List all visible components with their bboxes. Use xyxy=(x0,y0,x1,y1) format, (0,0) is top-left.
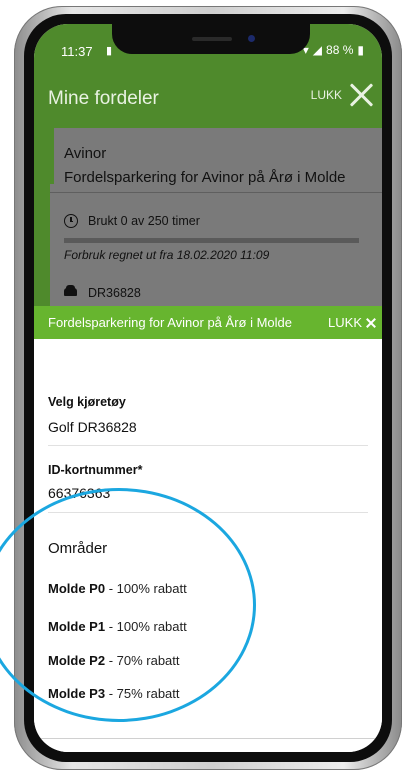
usage-note: Forbruk regnet ut fra 18.02.2020 11:09 xyxy=(64,248,270,262)
sheet-close-label: LUKK xyxy=(328,315,362,330)
area-name: Molde P1 xyxy=(48,619,106,634)
bottom-divider xyxy=(34,738,382,739)
sheet-title: Fordelsparkering for Avinor på Årø i Mol… xyxy=(48,315,292,330)
field-divider xyxy=(48,445,368,446)
sheet-header: Fordelsparkering for Avinor på Årø i Mol… xyxy=(34,306,382,339)
card-divider xyxy=(50,192,382,193)
signal-icon: ◢ xyxy=(312,43,323,57)
area-item: Molde P0 - 100% rabatt xyxy=(48,581,187,596)
phone-notch xyxy=(112,24,310,54)
vehicle-value: Golf DR36828 xyxy=(48,419,137,435)
speaker-grille xyxy=(192,37,232,41)
license-plate: DR36828 xyxy=(88,286,141,300)
close-icon xyxy=(348,82,374,108)
area-discount: - 75% rabatt xyxy=(105,686,180,701)
field-divider xyxy=(48,512,368,513)
area-item: Molde P3 - 75% rabatt xyxy=(48,686,180,701)
close-label: LUKK xyxy=(310,88,342,102)
status-time: 11:37 xyxy=(61,44,93,59)
card-title: Avinor xyxy=(64,145,107,162)
area-item: Molde P2 - 70% rabatt xyxy=(48,653,180,668)
card-accent xyxy=(50,128,54,184)
car-icon xyxy=(64,285,77,296)
id-card-value: 66376363 xyxy=(48,485,111,501)
app-header: Mine fordeler LUKK xyxy=(34,72,382,122)
area-discount: - 100% rabatt xyxy=(105,619,187,634)
area-discount: - 100% rabatt xyxy=(105,581,187,596)
benefit-card[interactable]: Avinor Fordelsparkering for Avinor på År… xyxy=(50,128,382,306)
sheet-body: Velg kjøretøy Golf DR36828 ID-kortnummer… xyxy=(34,339,382,752)
battery-icon: ▮ xyxy=(357,43,364,57)
close-button[interactable]: LUKK xyxy=(311,82,374,108)
battery-level: 88 % xyxy=(326,43,354,57)
phone-screen: 11:37 ▮ ▾ ◢ 88 % ▮ Mine fordeler LUKK Av… xyxy=(34,24,382,752)
area-name: Molde P2 xyxy=(48,653,106,668)
sheet-close-button[interactable]: LUKK xyxy=(328,315,376,330)
usage-progress-bar xyxy=(64,238,359,243)
id-card-label: ID-kortnummer* xyxy=(48,463,143,477)
status-indicators: ▾ ◢ 88 % ▮ xyxy=(303,43,364,57)
front-camera xyxy=(248,35,255,42)
card-subtitle: Fordelsparkering for Avinor på Årø i Mol… xyxy=(64,169,346,186)
usage-text: Brukt 0 av 250 timer xyxy=(88,214,200,228)
sim-card-icon: ▮ xyxy=(106,45,113,57)
close-icon xyxy=(366,318,376,328)
page-title: Mine fordeler xyxy=(48,88,159,109)
vehicle-label: Velg kjøretøy xyxy=(48,395,126,409)
area-name: Molde P3 xyxy=(48,686,106,701)
area-name: Molde P0 xyxy=(48,581,106,596)
area-item: Molde P1 - 100% rabatt xyxy=(48,619,187,634)
clock-icon xyxy=(64,214,78,228)
areas-title: Områder xyxy=(48,540,108,557)
area-discount: - 70% rabatt xyxy=(105,653,180,668)
